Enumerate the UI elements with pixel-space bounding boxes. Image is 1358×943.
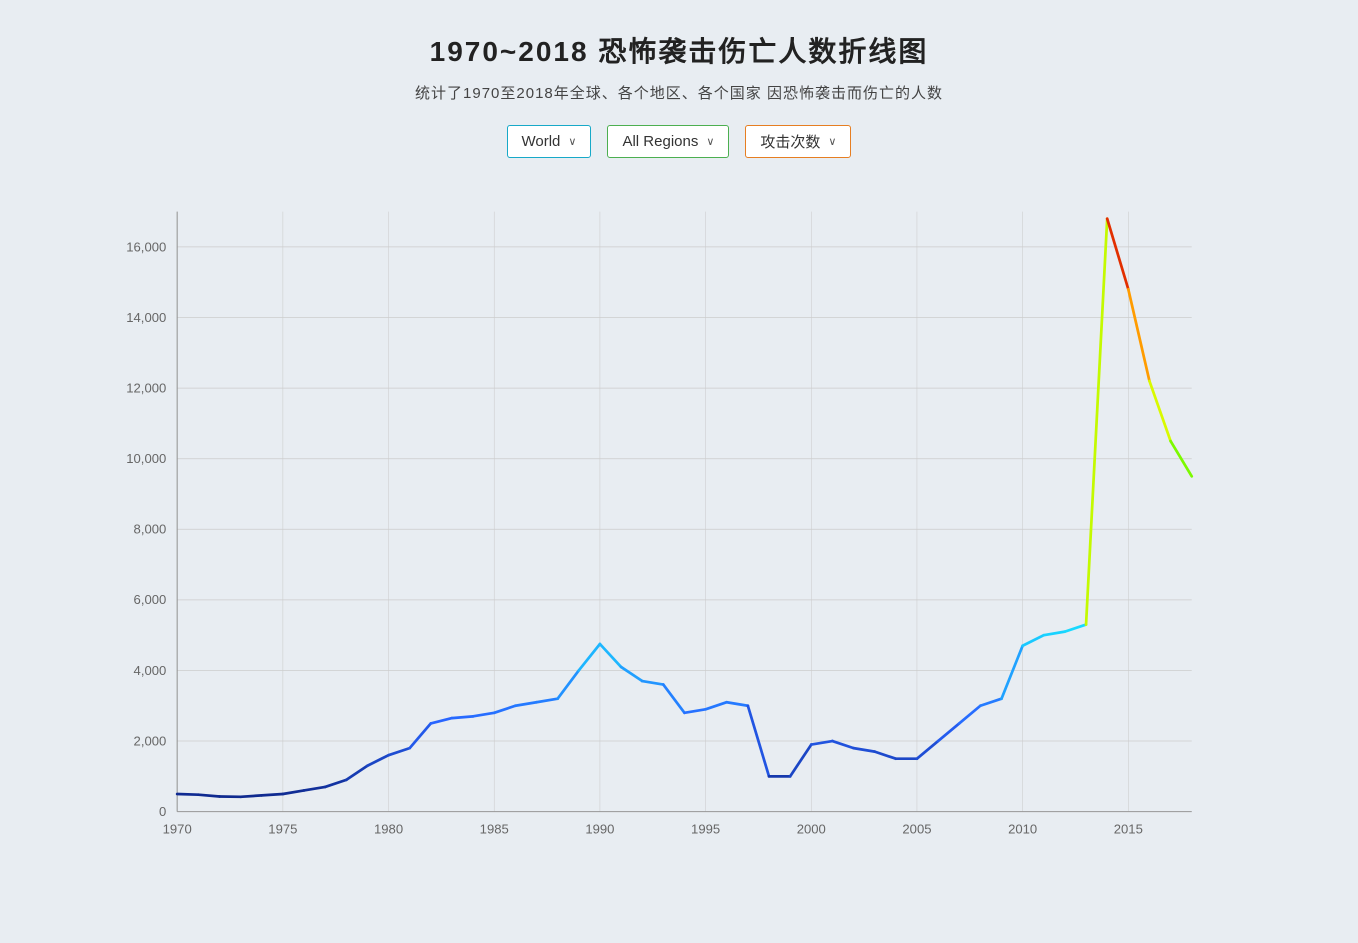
chart-container: 0 2,000 4,000 6,000 8,000 10,000 12,000 14,000 1… — [79, 188, 1279, 873]
region-selector[interactable]: All Regions ∨ — [607, 125, 729, 158]
svg-text:2015: 2015 — [1114, 821, 1143, 836]
svg-text:14,000: 14,000 — [126, 310, 166, 325]
svg-text:1970: 1970 — [163, 821, 192, 836]
metric-chevron-icon: ∨ — [828, 135, 836, 148]
svg-text:1995: 1995 — [691, 821, 720, 836]
svg-text:1975: 1975 — [268, 821, 297, 836]
svg-text:12,000: 12,000 — [126, 380, 166, 395]
svg-text:0: 0 — [159, 804, 166, 819]
svg-text:4,000: 4,000 — [134, 663, 167, 678]
svg-text:2,000: 2,000 — [134, 733, 167, 748]
svg-text:6,000: 6,000 — [134, 592, 167, 607]
svg-text:2010: 2010 — [1008, 821, 1037, 836]
svg-text:1985: 1985 — [480, 821, 509, 836]
world-chevron-icon: ∨ — [568, 135, 576, 148]
region-chevron-icon: ∨ — [706, 135, 714, 148]
svg-text:10,000: 10,000 — [126, 451, 166, 466]
svg-text:2005: 2005 — [902, 821, 931, 836]
world-label: World — [522, 133, 561, 150]
region-label: All Regions — [622, 133, 698, 150]
page-subtitle: 统计了1970至2018年全球、各个地区、各个国家 因恐怖袭击而伤亡的人数 — [415, 82, 943, 103]
world-selector[interactable]: World ∨ — [507, 125, 592, 158]
svg-text:16,000: 16,000 — [126, 239, 166, 254]
svg-text:2000: 2000 — [797, 821, 826, 836]
line-chart: 0 2,000 4,000 6,000 8,000 10,000 12,000 14,000 1… — [79, 188, 1279, 868]
svg-text:8,000: 8,000 — [134, 522, 167, 537]
page-title: 1970~2018 恐怖袭击伤亡人数折线图 — [430, 30, 929, 70]
svg-text:1980: 1980 — [374, 821, 403, 836]
filter-controls: World ∨ All Regions ∨ 攻击次数 ∨ — [507, 125, 852, 158]
svg-text:1990: 1990 — [585, 821, 614, 836]
metric-label: 攻击次数 — [760, 131, 820, 152]
metric-selector[interactable]: 攻击次数 ∨ — [745, 125, 851, 158]
